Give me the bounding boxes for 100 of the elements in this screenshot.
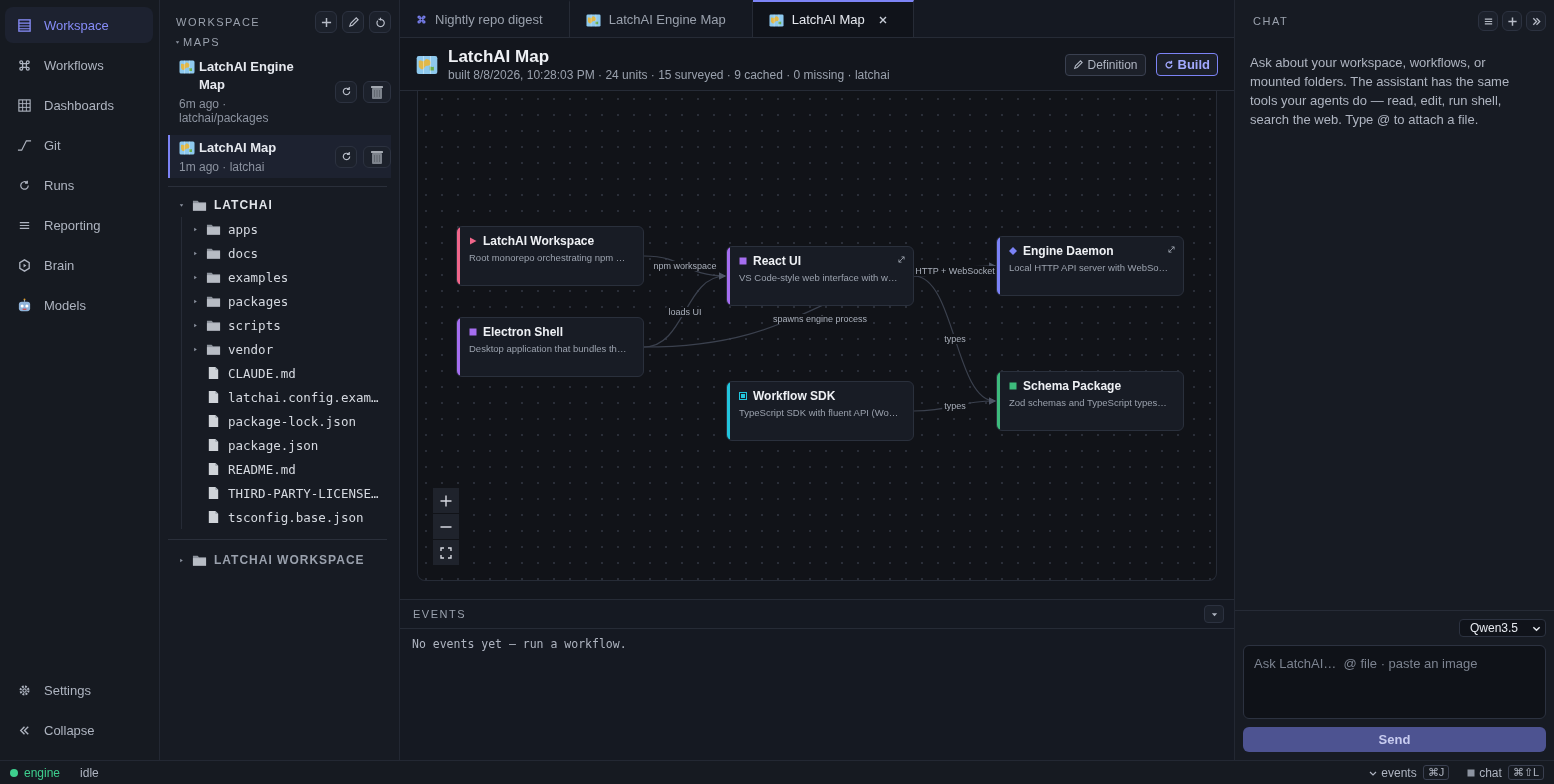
delete-button[interactable]	[363, 80, 391, 103]
folder-icon	[206, 222, 221, 236]
plus-icon	[320, 16, 332, 28]
graph-node[interactable]: LatchAI Workspace Root monorepo orchestrating npm …	[456, 226, 644, 286]
nav-item[interactable]: Workflows	[5, 47, 153, 83]
step-line-icon	[17, 137, 32, 153]
collapse-button[interactable]	[1204, 605, 1224, 623]
node-title: React UI	[753, 254, 802, 268]
primary-button[interactable]: Build	[1155, 53, 1218, 76]
nav-item[interactable]: Brain	[5, 247, 153, 283]
map-item[interactable]: LatchAI Engine Map 6m ago · latchai/packages	[168, 54, 391, 129]
tree-file[interactable]: tsconfig.base.json	[192, 505, 391, 529]
panel-title: CHAT	[1253, 15, 1289, 27]
graph-node[interactable]: Engine Daemon Local HTTP API server with WebSo…	[996, 236, 1184, 296]
caret-icon	[178, 556, 185, 564]
folder-icon	[192, 553, 207, 567]
delete-button[interactable]	[363, 145, 391, 168]
nav-item[interactable]: Dashboards	[5, 87, 153, 123]
chat-input[interactable]: Ask LatchAI… @ file · paste an image	[1243, 645, 1546, 719]
tab[interactable]: Nightly repo digest	[400, 0, 570, 37]
expand-icon[interactable]	[1168, 246, 1175, 253]
file-icon	[206, 366, 221, 380]
trash-icon	[369, 83, 385, 100]
tree-file[interactable]: package.json	[192, 433, 391, 457]
caret-icon	[174, 38, 181, 46]
tree-file[interactable]: README.md	[192, 457, 391, 481]
shortcut-key: ⌘J	[1422, 765, 1450, 780]
tree-folder[interactable]: docs	[192, 241, 391, 265]
nav-item[interactable]: Git	[5, 127, 153, 163]
hexagon-icon	[17, 257, 32, 273]
model-select[interactable]: Qwen3.5	[1458, 619, 1546, 637]
close-icon[interactable]	[878, 15, 887, 24]
node-description: VS Code-style web interface with w…	[739, 272, 898, 284]
map-icon	[585, 12, 601, 28]
file-icon	[206, 510, 221, 524]
expand-icon[interactable]	[898, 256, 905, 263]
tree-folder[interactable]: LATCHAI WORKSPACE	[168, 548, 391, 572]
node-description: TypeScript SDK with fluent API (Wo…	[739, 407, 899, 419]
tree-folder[interactable]: vendor	[192, 337, 391, 361]
tree-file[interactable]: package-lock.json	[192, 409, 391, 433]
edit-button[interactable]	[342, 11, 364, 33]
folder-icon	[206, 246, 221, 260]
refresh-icon	[374, 16, 386, 28]
section-toggle[interactable]: MAPS	[174, 36, 391, 48]
edge-label: npm workspace	[651, 261, 719, 271]
map-icon	[179, 59, 195, 75]
engine-label: engine	[24, 765, 61, 780]
edge-label: types	[942, 401, 968, 411]
nav-item[interactable]: Models	[5, 287, 153, 323]
nav-item[interactable]: Settings	[5, 672, 153, 708]
nav-item[interactable]: Reporting	[5, 207, 153, 243]
graph-node[interactable]: Workflow SDK TypeScript SDK with fluent API (Wo…	[726, 381, 914, 441]
rebuild-button[interactable]	[335, 145, 357, 168]
edge-label: types	[942, 333, 968, 344]
pencil-icon	[1073, 59, 1084, 70]
graph-node[interactable]: Schema Package Zod schemas and TypeScript types…	[996, 371, 1184, 431]
node-description: Local HTTP API server with WebSo…	[1009, 262, 1169, 274]
panel-toggle[interactable]: events	[1369, 765, 1417, 780]
node-title: Electron Shell	[483, 325, 564, 339]
menu-button[interactable]	[1478, 11, 1498, 31]
collapse-button[interactable]	[1526, 11, 1546, 31]
panel-title: EVENTS	[413, 608, 466, 620]
zoom-in-button[interactable]	[433, 488, 459, 513]
tree-folder[interactable]: packages	[192, 289, 391, 313]
map-icon	[179, 140, 195, 156]
tree-folder[interactable]: scripts	[192, 313, 391, 337]
panel-toggle[interactable]: chat	[1467, 765, 1502, 780]
secondary-button[interactable]: Definition	[1065, 53, 1146, 76]
shortcut-key: ⌘⇧L	[1507, 765, 1544, 780]
tree-file[interactable]: THIRD-PARTY-LICENSE…	[192, 481, 391, 505]
tab[interactable]: LatchAI Engine Map	[569, 0, 753, 37]
empty-message: No events yet — run a workflow.	[411, 636, 628, 653]
nav-item[interactable]: Runs	[5, 167, 153, 203]
tree-folder[interactable]: examples	[192, 265, 391, 289]
nav-item[interactable]: Workspace	[5, 7, 153, 43]
new-chat-button[interactable]	[1502, 11, 1522, 31]
edge-label: loads UI	[666, 306, 704, 317]
map-title: LatchAI Engine Map	[199, 58, 295, 94]
plus-icon	[1506, 15, 1518, 27]
tree-file[interactable]: CLAUDE.md	[192, 361, 391, 385]
reload-button[interactable]	[369, 11, 391, 33]
tree-folder[interactable]: apps	[192, 217, 391, 241]
add-button[interactable]	[315, 11, 337, 33]
graph-node[interactable]: Electron Shell Desktop application that bundles th…	[456, 317, 644, 377]
send-button[interactable]: Send	[1243, 727, 1546, 752]
grid-icon	[17, 97, 32, 113]
refresh-icon	[1163, 59, 1174, 70]
map-item[interactable]: LatchAI Map 1m ago · latchai	[168, 135, 391, 178]
rebuild-button[interactable]	[335, 80, 357, 103]
tab[interactable]: LatchAI Map	[752, 0, 914, 37]
map-meta: 1m ago · latchai	[179, 160, 266, 174]
tree-folder[interactable]: LATCHAI	[168, 193, 391, 217]
zoom-out-button[interactable]	[433, 514, 459, 539]
folder-icon	[206, 270, 221, 284]
graph-node[interactable]: React UI VS Code-style web interface with w…	[726, 246, 914, 306]
tree-file[interactable]: latchai.config.exam…	[192, 385, 391, 409]
square-icon	[1467, 768, 1476, 777]
fit-view-button[interactable]	[433, 540, 459, 565]
edge-label: spawns engine process	[770, 313, 870, 324]
nav-item[interactable]: Collapse	[5, 712, 153, 748]
